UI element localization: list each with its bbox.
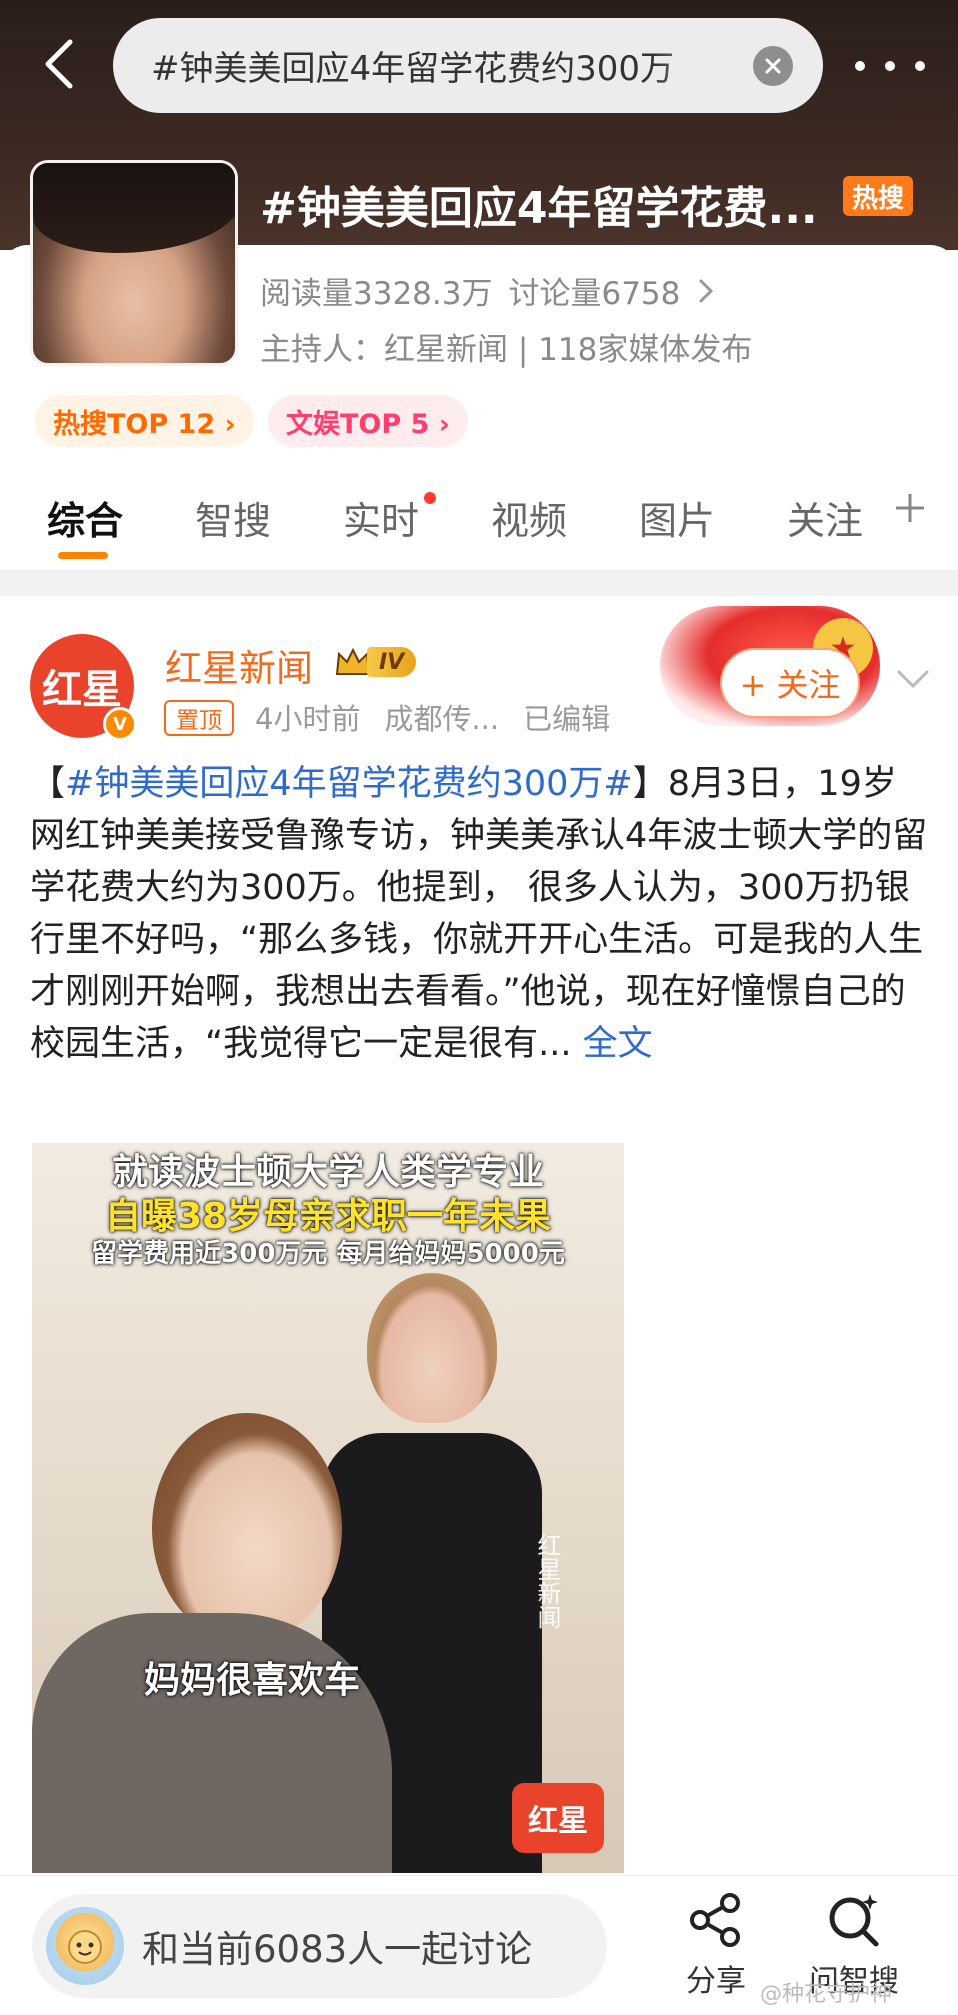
share-icon [690, 1893, 740, 1947]
post-body-text: 8月3日，19岁网红钟美美接受鲁豫专访，钟美美承认4年波士顿大学的留学花费大约为… [30, 764, 928, 1064]
share-button[interactable]: 分享 [656, 1890, 776, 2000]
weibo-post: 红星 V 红星新闻 IV 置顶 4小时前 成都传... 已编辑 ★ + 关注 【… [0, 596, 958, 1876]
tab-comprehensive[interactable]: 综合 [47, 490, 123, 545]
back-arrow-icon [45, 39, 73, 89]
tab-smart-search[interactable]: 智搜 [195, 490, 271, 545]
bracket-close: 】 [632, 764, 668, 804]
mascot-face-icon [68, 1930, 102, 1964]
video-caption-line3: 留学费用近300万元 每月给妈妈5000元 [91, 1239, 565, 1269]
mascot-avatar-icon [46, 1907, 124, 1985]
weibo-watermark: @种花守护神 [760, 1982, 893, 2007]
tab-realtime[interactable]: 实时 [343, 490, 419, 545]
pinned-tag: 置顶 [164, 700, 234, 736]
top-bar: #钟美美回应4年留学花费约300万 [0, 18, 958, 113]
tab-video[interactable]: 视频 [491, 490, 567, 545]
post-body: 【#钟美美回应4年留学花费约300万#】8月3日，19岁网红钟美美接受鲁豫专访，… [30, 758, 930, 1070]
chevron-down-icon[interactable] [893, 658, 933, 698]
chevron-right-icon [699, 279, 714, 302]
topic-host: 主持人：红星新闻 | 118家媒体发布 [260, 332, 753, 368]
discuss-count: 讨论量6758 [508, 276, 681, 312]
follow-button[interactable]: + 关注 [720, 648, 860, 718]
video-person-head [152, 1413, 342, 1643]
cover-hair-shape [33, 163, 235, 253]
video-subtitle: 妈妈很喜欢车 [143, 1660, 360, 1701]
clear-search-button[interactable] [753, 45, 793, 86]
bottom-bar: 和当前6083人一起讨论 分享 问智搜 @种花守护神 [0, 1875, 958, 2015]
post-video[interactable]: 就读波士顿大学人类学专业 自曝38岁母亲求职一年未果 留学费用近300万元 每月… [32, 1143, 624, 1873]
smart-search-icon [829, 1894, 879, 1947]
search-query-text: #钟美美回应4年留学花费约300万 [151, 49, 675, 89]
section-divider [0, 570, 958, 596]
tab-following[interactable]: 关注 [787, 490, 863, 545]
author-avatar-text: 红星 [42, 666, 122, 713]
more-dot-icon [915, 61, 925, 71]
hashtag-link[interactable]: #钟美美回应4年留学花费约300万# [65, 764, 633, 804]
entertainment-rank-badge[interactable]: 文娱TOP 5 › [268, 395, 468, 447]
post-edited: 已编辑 [523, 702, 611, 736]
post-meta: 4小时前 成都传... 已编辑 [255, 696, 610, 738]
more-dot-icon [855, 61, 865, 71]
video-watermark: 红星新闻 [533, 1533, 561, 1629]
video-person-head [367, 1273, 497, 1423]
video-corner-logo: 红星 [512, 1783, 604, 1853]
discuss-input[interactable]: 和当前6083人一起讨论 [32, 1894, 607, 1998]
more-options-button[interactable] [855, 46, 925, 86]
hot-search-rank-badge[interactable]: 热搜TOP 12 › [35, 395, 254, 447]
topic-cover-image [30, 160, 238, 366]
verified-icon: V [103, 707, 137, 741]
video-person-seated [32, 1413, 392, 1873]
video-caption-line2: 自曝38岁母亲求职一年未果 [104, 1196, 552, 1237]
topic-title: #钟美美回应4年留学花费... [260, 183, 818, 234]
post-time: 4小时前 [255, 702, 361, 736]
author-name[interactable]: 红星新闻 [165, 638, 313, 692]
search-input[interactable]: #钟美美回应4年留学花费约300万 [113, 18, 823, 113]
topic-stats[interactable]: 阅读量3328.3万 讨论量6758 [260, 268, 716, 313]
discuss-placeholder: 和当前6083人一起讨论 [142, 1928, 533, 1971]
hot-badge: 热搜 [843, 176, 913, 216]
bracket-open: 【 [30, 764, 66, 804]
tab-bar: 综合 智搜 实时 视频 图片 关注 [0, 480, 958, 570]
active-tab-indicator [58, 552, 108, 559]
member-level-badge: IV [333, 642, 429, 682]
more-dot-icon [885, 61, 895, 71]
post-location: 成都传... [384, 702, 500, 736]
new-content-dot [424, 492, 436, 504]
level-tag: IV [367, 647, 417, 677]
tab-images[interactable]: 图片 [639, 490, 715, 545]
full-text-link[interactable]: 全文 [572, 1024, 653, 1064]
read-count: 阅读量3328.3万 [260, 276, 493, 312]
close-icon [765, 58, 781, 73]
share-label: 分享 [686, 1964, 746, 1999]
add-tab-icon[interactable] [890, 488, 930, 528]
back-button[interactable] [30, 36, 86, 92]
